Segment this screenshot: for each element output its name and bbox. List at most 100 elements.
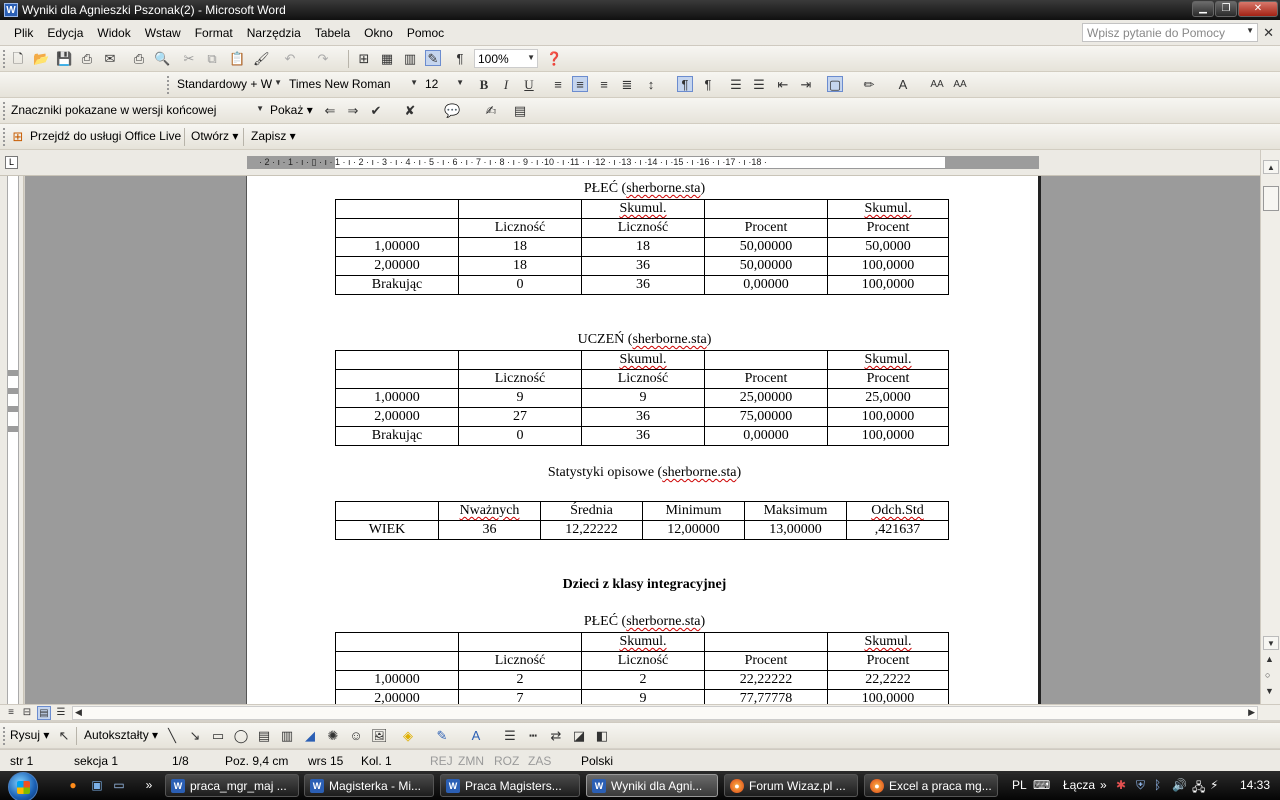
taskbar-item-forum-wizaz[interactable]: ● Forum Wizaz.pl ... bbox=[724, 774, 858, 797]
autoshapes-button[interactable]: Autokształty ▾ bbox=[84, 728, 158, 742]
menu-edit[interactable]: Edycja bbox=[47, 26, 83, 40]
columns-icon[interactable]: ▥ bbox=[402, 51, 418, 67]
line-spacing-icon[interactable]: ↕ bbox=[643, 77, 659, 93]
menu-table[interactable]: Tabela bbox=[315, 26, 350, 40]
font-size-select[interactable]: 12 ▼ bbox=[422, 75, 466, 94]
language-indicator[interactable]: PL bbox=[1012, 778, 1027, 792]
diagram-icon[interactable]: ✺ bbox=[325, 728, 341, 744]
browse-object-icon[interactable]: ○ bbox=[1265, 670, 1270, 680]
permission-icon[interactable]: ⎙ bbox=[79, 51, 95, 67]
bold-button[interactable]: B bbox=[476, 77, 492, 93]
align-center-icon[interactable]: ≡ bbox=[572, 76, 588, 92]
taskbar-item-excel-praca[interactable]: ● Excel a praca mg... bbox=[864, 774, 998, 797]
document-page[interactable]: PŁEĆ (sherborne.sta) Skumul. Skumul. Licz… bbox=[246, 176, 1041, 704]
taskbar-item-magisterka[interactable]: W Magisterka - Mi... bbox=[304, 774, 434, 797]
show-desktop-icon[interactable]: ▭ bbox=[111, 777, 127, 793]
maximize-button[interactable]: ❐ bbox=[1215, 1, 1237, 17]
save-dropdown-button[interactable]: Zapisz ▾ bbox=[251, 129, 296, 143]
open-folder-icon[interactable]: 📂 bbox=[33, 51, 49, 67]
document-area[interactable]: PŁEĆ (sherborne.sta) Skumul. Skumul. Licz… bbox=[25, 176, 1260, 704]
show-markup-button[interactable]: Pokaż ▾ bbox=[270, 103, 313, 117]
font-color-icon[interactable]: A bbox=[895, 77, 911, 93]
antivirus-tray-icon[interactable]: ✱ bbox=[1116, 778, 1126, 792]
scroll-left-icon[interactable]: ◀ bbox=[75, 707, 82, 718]
explorer-quicklaunch-icon[interactable]: ▣ bbox=[89, 777, 105, 793]
underline-button[interactable]: U bbox=[521, 77, 537, 93]
email-icon[interactable]: ✉ bbox=[102, 51, 118, 67]
table-gender[interactable]: Skumul. Skumul. Liczność Liczność Procent Pr… bbox=[335, 199, 949, 295]
close-document-icon[interactable]: ✕ bbox=[1263, 25, 1274, 41]
volume-tray-icon[interactable]: 🔊 bbox=[1172, 778, 1187, 792]
decrease-indent-icon[interactable]: ⇤ bbox=[775, 77, 791, 93]
previous-change-icon[interactable]: ⇐ bbox=[322, 103, 338, 119]
bluetooth-tray-icon[interactable]: ᛒ bbox=[1154, 778, 1161, 792]
status-rec[interactable]: REJ bbox=[430, 754, 453, 768]
previous-page-icon[interactable]: ▲ bbox=[1265, 654, 1274, 664]
toolbar-grip[interactable] bbox=[3, 128, 6, 146]
horizontal-ruler[interactable]: L · 2 · ı · 1 · ı · ▯ · ı · 1 · ı · 2 · … bbox=[0, 150, 1280, 176]
reject-change-icon[interactable]: ✘ bbox=[402, 103, 418, 119]
menu-file[interactable]: Plik bbox=[14, 26, 33, 40]
scroll-down-button[interactable]: ▼ bbox=[1263, 636, 1279, 650]
status-language[interactable]: Polski bbox=[581, 754, 613, 768]
ltr-icon[interactable]: ¶ bbox=[677, 76, 693, 92]
justify-icon[interactable]: ≣ bbox=[619, 77, 635, 93]
grow-font-icon[interactable]: AA bbox=[929, 77, 945, 93]
oval-icon[interactable]: ◯ bbox=[233, 728, 249, 744]
font-color-draw-icon[interactable]: A bbox=[468, 728, 484, 744]
align-left-icon[interactable]: ≡ bbox=[550, 77, 566, 93]
web-view-icon[interactable]: ⊟ bbox=[20, 706, 34, 720]
table-student[interactable]: Skumul. Skumul. Liczność Liczność Procent Pr… bbox=[335, 350, 949, 446]
arrow-icon[interactable]: ↘ bbox=[187, 728, 203, 744]
start-button[interactable] bbox=[8, 772, 38, 800]
picture-icon[interactable]: 🖼 bbox=[371, 728, 388, 744]
vertical-scrollbar[interactable]: ▲ ▼ ▲ ○ ▼ bbox=[1260, 150, 1280, 704]
keyboard-icon[interactable]: ⌨ bbox=[1033, 778, 1050, 792]
arrow-style-icon[interactable]: ⇄ bbox=[548, 728, 564, 744]
toolbar-grip[interactable] bbox=[3, 727, 6, 745]
print-layout-icon[interactable]: ▤ bbox=[37, 706, 51, 720]
menu-format[interactable]: Format bbox=[195, 26, 233, 40]
print-icon[interactable]: ⎙ bbox=[131, 51, 147, 67]
rtl-icon[interactable]: ¶ bbox=[700, 77, 716, 93]
help-icon[interactable]: ❓ bbox=[546, 51, 562, 67]
vertical-text-box-icon[interactable]: ▥ bbox=[279, 728, 295, 744]
connect-expand-icon[interactable]: » bbox=[1100, 778, 1107, 792]
shadow-style-icon[interactable]: ◪ bbox=[571, 728, 587, 744]
line-icon[interactable]: ╲ bbox=[164, 728, 180, 744]
save-icon[interactable]: 💾 bbox=[56, 51, 72, 67]
align-right-icon[interactable]: ≡ bbox=[596, 77, 612, 93]
next-change-icon[interactable]: ⇒ bbox=[345, 103, 361, 119]
taskbar-item-wyniki[interactable]: W Wyniki dla Agni... bbox=[586, 774, 718, 797]
line-style-icon[interactable]: ☰ bbox=[502, 728, 518, 744]
menu-insert[interactable]: Wstaw bbox=[145, 26, 181, 40]
menu-help[interactable]: Pomoc bbox=[407, 26, 444, 40]
undo-icon[interactable]: ↶ bbox=[282, 51, 298, 67]
cut-icon[interactable]: ✂ bbox=[181, 51, 197, 67]
reviewing-pane-icon[interactable]: ▤ bbox=[512, 103, 528, 119]
show-formatting-icon[interactable]: ¶ bbox=[452, 51, 468, 67]
text-box-icon[interactable]: ▤ bbox=[256, 728, 272, 744]
taskbar-item-praca-mgr[interactable]: Wpraca_mgr_maj ... bbox=[165, 774, 299, 797]
zoom-select[interactable]: 100% ▼ bbox=[474, 49, 538, 68]
style-select[interactable]: Standardowy + W ▼ bbox=[174, 75, 284, 94]
firefox-quicklaunch-icon[interactable]: ● bbox=[65, 777, 81, 793]
scroll-right-icon[interactable]: ▶ bbox=[1248, 707, 1255, 718]
power-tray-icon[interactable]: ⚡ bbox=[1210, 778, 1218, 792]
new-document-icon[interactable]: 🗋 bbox=[10, 51, 26, 67]
minimize-button[interactable]: ▁ bbox=[1192, 1, 1214, 17]
toolbar-grip[interactable] bbox=[3, 50, 6, 68]
security-tray-icon[interactable]: ⛨ bbox=[1136, 778, 1145, 793]
borders-icon[interactable]: ▢ bbox=[827, 76, 843, 92]
line-color-icon[interactable]: ✎ bbox=[434, 728, 450, 744]
font-select[interactable]: Times New Roman ▼ bbox=[286, 75, 420, 94]
next-page-icon[interactable]: ▼ bbox=[1265, 686, 1274, 696]
drawing-toggle-icon[interactable]: ✎ bbox=[425, 50, 441, 66]
dash-style-icon[interactable]: ┅ bbox=[525, 728, 541, 744]
italic-button[interactable]: I bbox=[498, 77, 514, 93]
vertical-ruler[interactable] bbox=[0, 176, 24, 704]
office-live-button[interactable]: Przejdź do usługi Office Live bbox=[30, 129, 181, 143]
fill-color-icon[interactable]: ◈ bbox=[400, 728, 416, 744]
increase-indent-icon[interactable]: ⇥ bbox=[798, 77, 814, 93]
hyperlink-icon[interactable]: ⊞ bbox=[356, 51, 372, 67]
